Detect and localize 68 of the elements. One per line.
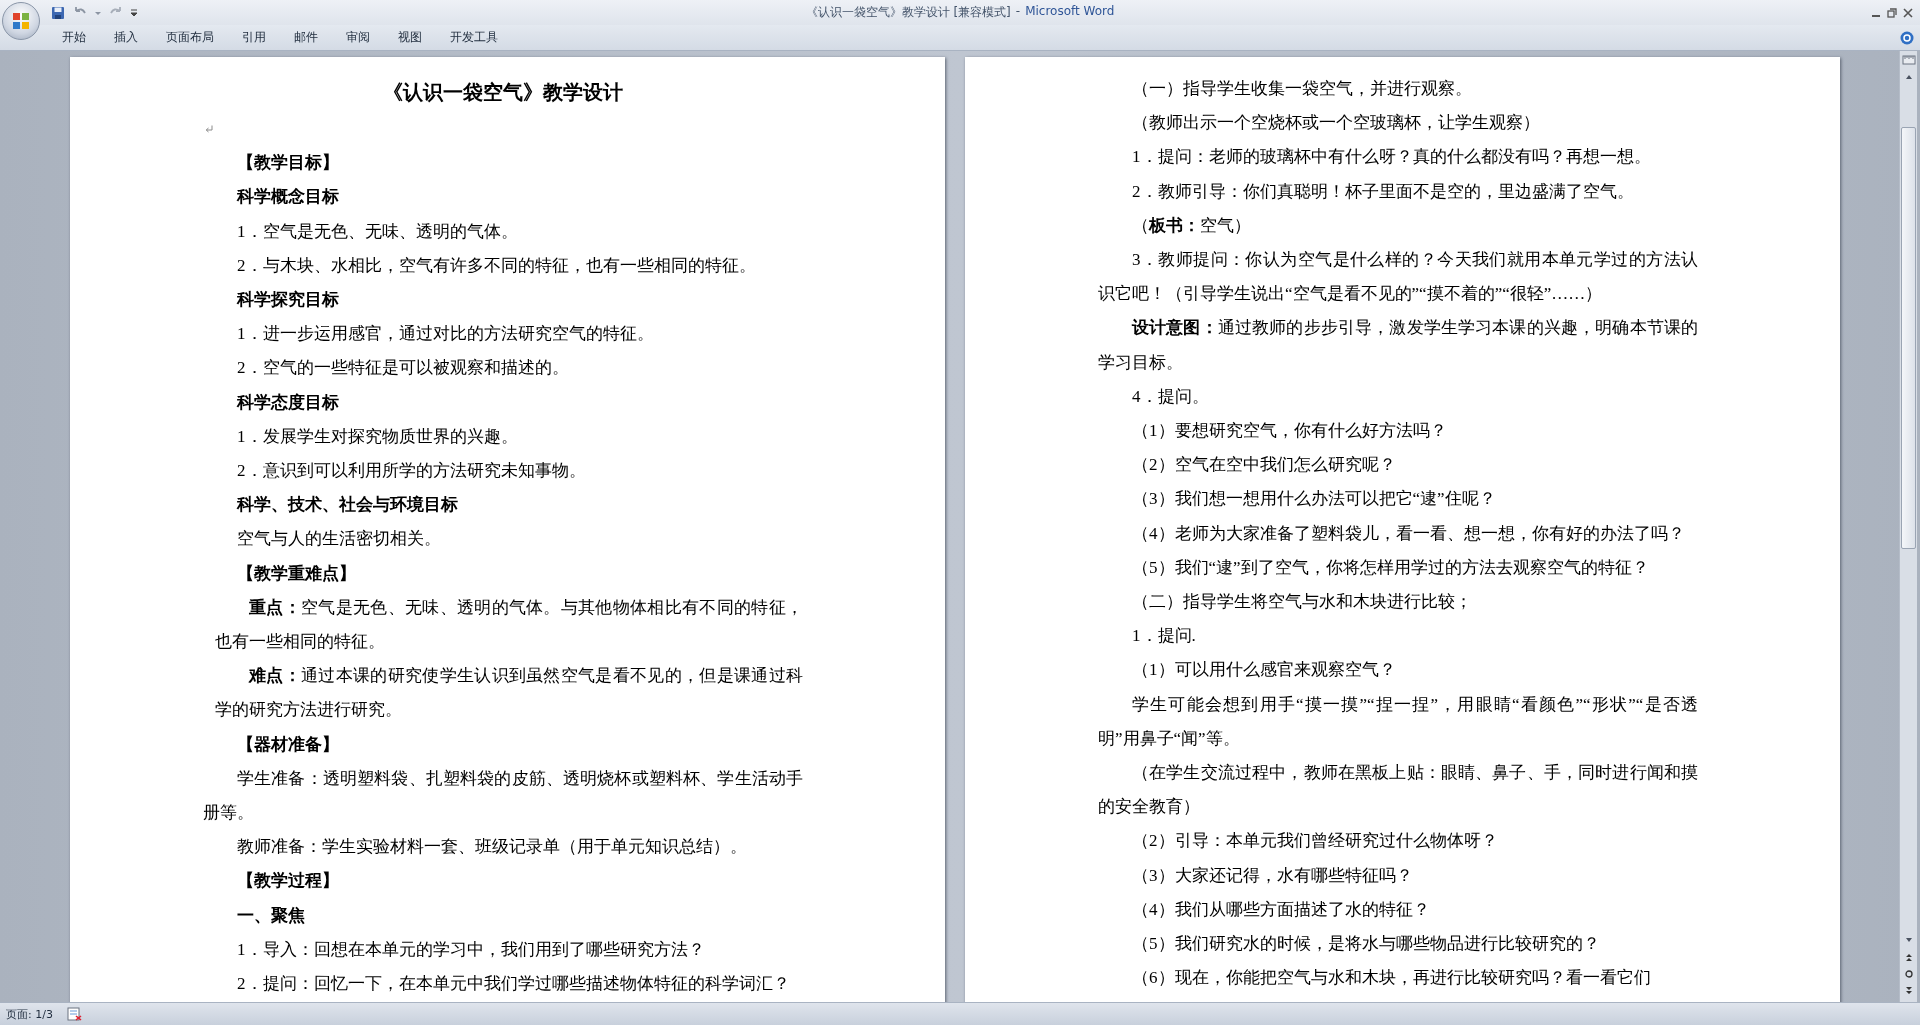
paragraph-text: （3）我们想一想用什么办法可以把它“逮”住呢？ — [1131, 488, 1497, 511]
paragraph-text: （5）我们“逮”到了空气，你将怎样用学过的方法去观察空气的特征？ — [1131, 556, 1650, 579]
paragraph-text: （在学生交流过程中，教师在黑板上贴：眼睛、鼻子、手，同时进行闻和摸的安全教育） — [1098, 762, 1698, 819]
proofing-icon[interactable] — [66, 1007, 83, 1021]
paragraph-text: 3．教师提问：你认为空气是什么样的？今天我们就用本单元学过的方法认识它吧！（引导学生说出“空气是看不见的”“摸不着的”“很轻”……） — [1098, 249, 1698, 306]
restore-icon[interactable] — [1886, 6, 1898, 19]
paragraph-text: （教师出示一个空烧杯或一个空玻璃杯，让学生观察） — [1131, 112, 1541, 135]
paragraph-text: （一）指导学生收集一袋空气，并进行观察。 — [1131, 78, 1473, 100]
ribbon-tab[interactable]: 开始 — [48, 26, 100, 49]
paragraph-mark-icon — [205, 125, 213, 134]
paragraph-text: 难点：通过本课的研究使学生认识到虽然空气是看不见的，但是课通过科学的研究方法进行研究。 — [214, 665, 803, 722]
paragraph-text: 重点：空气是无色、无味、透明的气体。与其他物体相比有不同的特征，也有一些相同的特征。 — [214, 596, 803, 654]
help-icon[interactable] — [1900, 30, 1914, 45]
vertical-scrollbar[interactable] — [1899, 51, 1917, 1002]
paragraph-text: （3）大家还记得，水有哪些特征吗？ — [1131, 864, 1414, 887]
paragraph-text: （2）引导：本单元我们曾经研究过什么物体呀？ — [1131, 830, 1499, 853]
app-name: Microsoft Word — [1025, 4, 1115, 20]
paragraph-text: 2．意识到可以利用所学的方法研究未知事物。 — [236, 460, 587, 483]
title-separator: - — [1015, 4, 1021, 20]
paragraph-text: （2）空气在空中我们怎么研究呢？ — [1131, 454, 1397, 477]
document-title: 《认识一袋空气》教学设计 [兼容模式] — [805, 4, 1011, 21]
paragraph-text: 4．提问。 — [1131, 385, 1210, 408]
ruler-icon[interactable] — [1901, 53, 1916, 67]
ribbon-tab[interactable]: 开发工具 — [436, 26, 512, 49]
section-heading: 科学态度目标 — [235, 391, 340, 414]
paragraph-text: 学生可能会想到用手“摸一摸”“捏一捏”，用眼睛“看颜色”“形状”“是否透明”用鼻子“闻”等。 — [1098, 693, 1698, 750]
paragraph-text: 1．进一步运用感官，通过对比的方法研究空气的特征。 — [236, 323, 655, 346]
paragraph-text: （5）我们研究水的时候，是将水与哪些物品进行比较研究的？ — [1131, 933, 1601, 956]
section-heading: 【教学过程】 — [236, 870, 340, 893]
paragraph-text: 1．提问：老师的玻璃杯中有什么呀？真的什么都没有吗？再想一想。 — [1131, 146, 1652, 169]
paragraph-text: 1．空气是无色、无味、透明的气体。 — [236, 220, 519, 243]
paragraph-text: 1．导入：回想在本单元的学习中，我们用到了哪些研究方法？ — [236, 938, 706, 961]
ribbon-tab[interactable]: 视图 — [384, 26, 436, 49]
paragraph-text: 1．提问. — [1131, 625, 1197, 648]
paragraph-text: （二）指导学生将空气与水和木块进行比较； — [1131, 591, 1473, 614]
paragraph-text: （4）我们从哪些方面描述了水的特征？ — [1131, 898, 1431, 921]
paragraph-text: 2．教师引导：你们真聪明！杯子里面不是空的，里边盛满了空气。 — [1131, 180, 1635, 203]
paragraph-text: 空气与人的生活密切相关。 — [236, 528, 442, 551]
office-logo-icon — [11, 11, 31, 31]
document-heading: 《认识一袋空气》教学设计 — [383, 80, 623, 105]
paragraph-text: （1）可以用什么感官来观察空气？ — [1131, 659, 1397, 682]
section-heading: 科学概念目标 — [235, 186, 340, 209]
paragraph-text: （1）要想研究空气，你有什么好方法吗？ — [1131, 420, 1448, 443]
ribbon-tab[interactable]: 页面布局 — [152, 26, 228, 49]
paragraph-text: 2．提问：回忆一下，在本单元中我们学过哪些描述物体特征的科学词汇？ — [236, 973, 791, 996]
ribbon-tab[interactable]: 邮件 — [280, 26, 332, 49]
paragraph-text: 2．空气的一些特征是可以被观察和描述的。 — [236, 357, 570, 380]
section-heading: 科学、技术、社会与环境目标 — [235, 494, 459, 517]
ribbon-tab[interactable]: 引用 — [228, 26, 280, 49]
section-heading: 【教学目标】 — [236, 152, 340, 175]
paragraph-text: （4）老师为大家准备了塑料袋儿，看一看、想一想，你有好的办法了吗？ — [1131, 522, 1686, 545]
page-count[interactable]: 页面: 1/3 — [6, 1006, 53, 1022]
ribbon-tab[interactable]: 审阅 — [332, 26, 384, 49]
paragraph-text: 2．与木块、水相比，空气有许多不同的特征，也有一些相同的特征。 — [236, 254, 757, 277]
paragraph-text: 1．发展学生对探究物质世界的兴趣。 — [236, 425, 519, 448]
paragraph-text: 学生准备：透明塑料袋、扎塑料袋的皮筋、透明烧杯或塑料杯、学生活动手册等。 — [203, 767, 803, 825]
paragraph-text: （6）现在，你能把空气与水和木块，再进行比较研究吗？看一看它们 — [1131, 967, 1652, 990]
ribbon-tab[interactable]: 插入 — [100, 26, 152, 49]
close-icon[interactable] — [1902, 6, 1914, 19]
save-icon[interactable] — [50, 4, 66, 21]
paragraph-text: 设计意图：通过教师的步步引导，激发学生学习本课的兴趣，明确本节课的学习目标。 — [1098, 317, 1698, 374]
section-heading: 一、聚焦 — [236, 904, 306, 927]
scrollbar-thumb[interactable] — [1901, 127, 1916, 549]
section-heading: 【器材准备】 — [236, 733, 340, 756]
paragraph-text: （板书：空气） — [1131, 214, 1252, 237]
section-heading: 【教学重难点】 — [236, 562, 357, 585]
section-heading: 科学探究目标 — [235, 289, 340, 311]
paragraph-text: 教师准备：学生实验材料一套、班级记录单（用于单元知识总结）。 — [236, 836, 748, 859]
